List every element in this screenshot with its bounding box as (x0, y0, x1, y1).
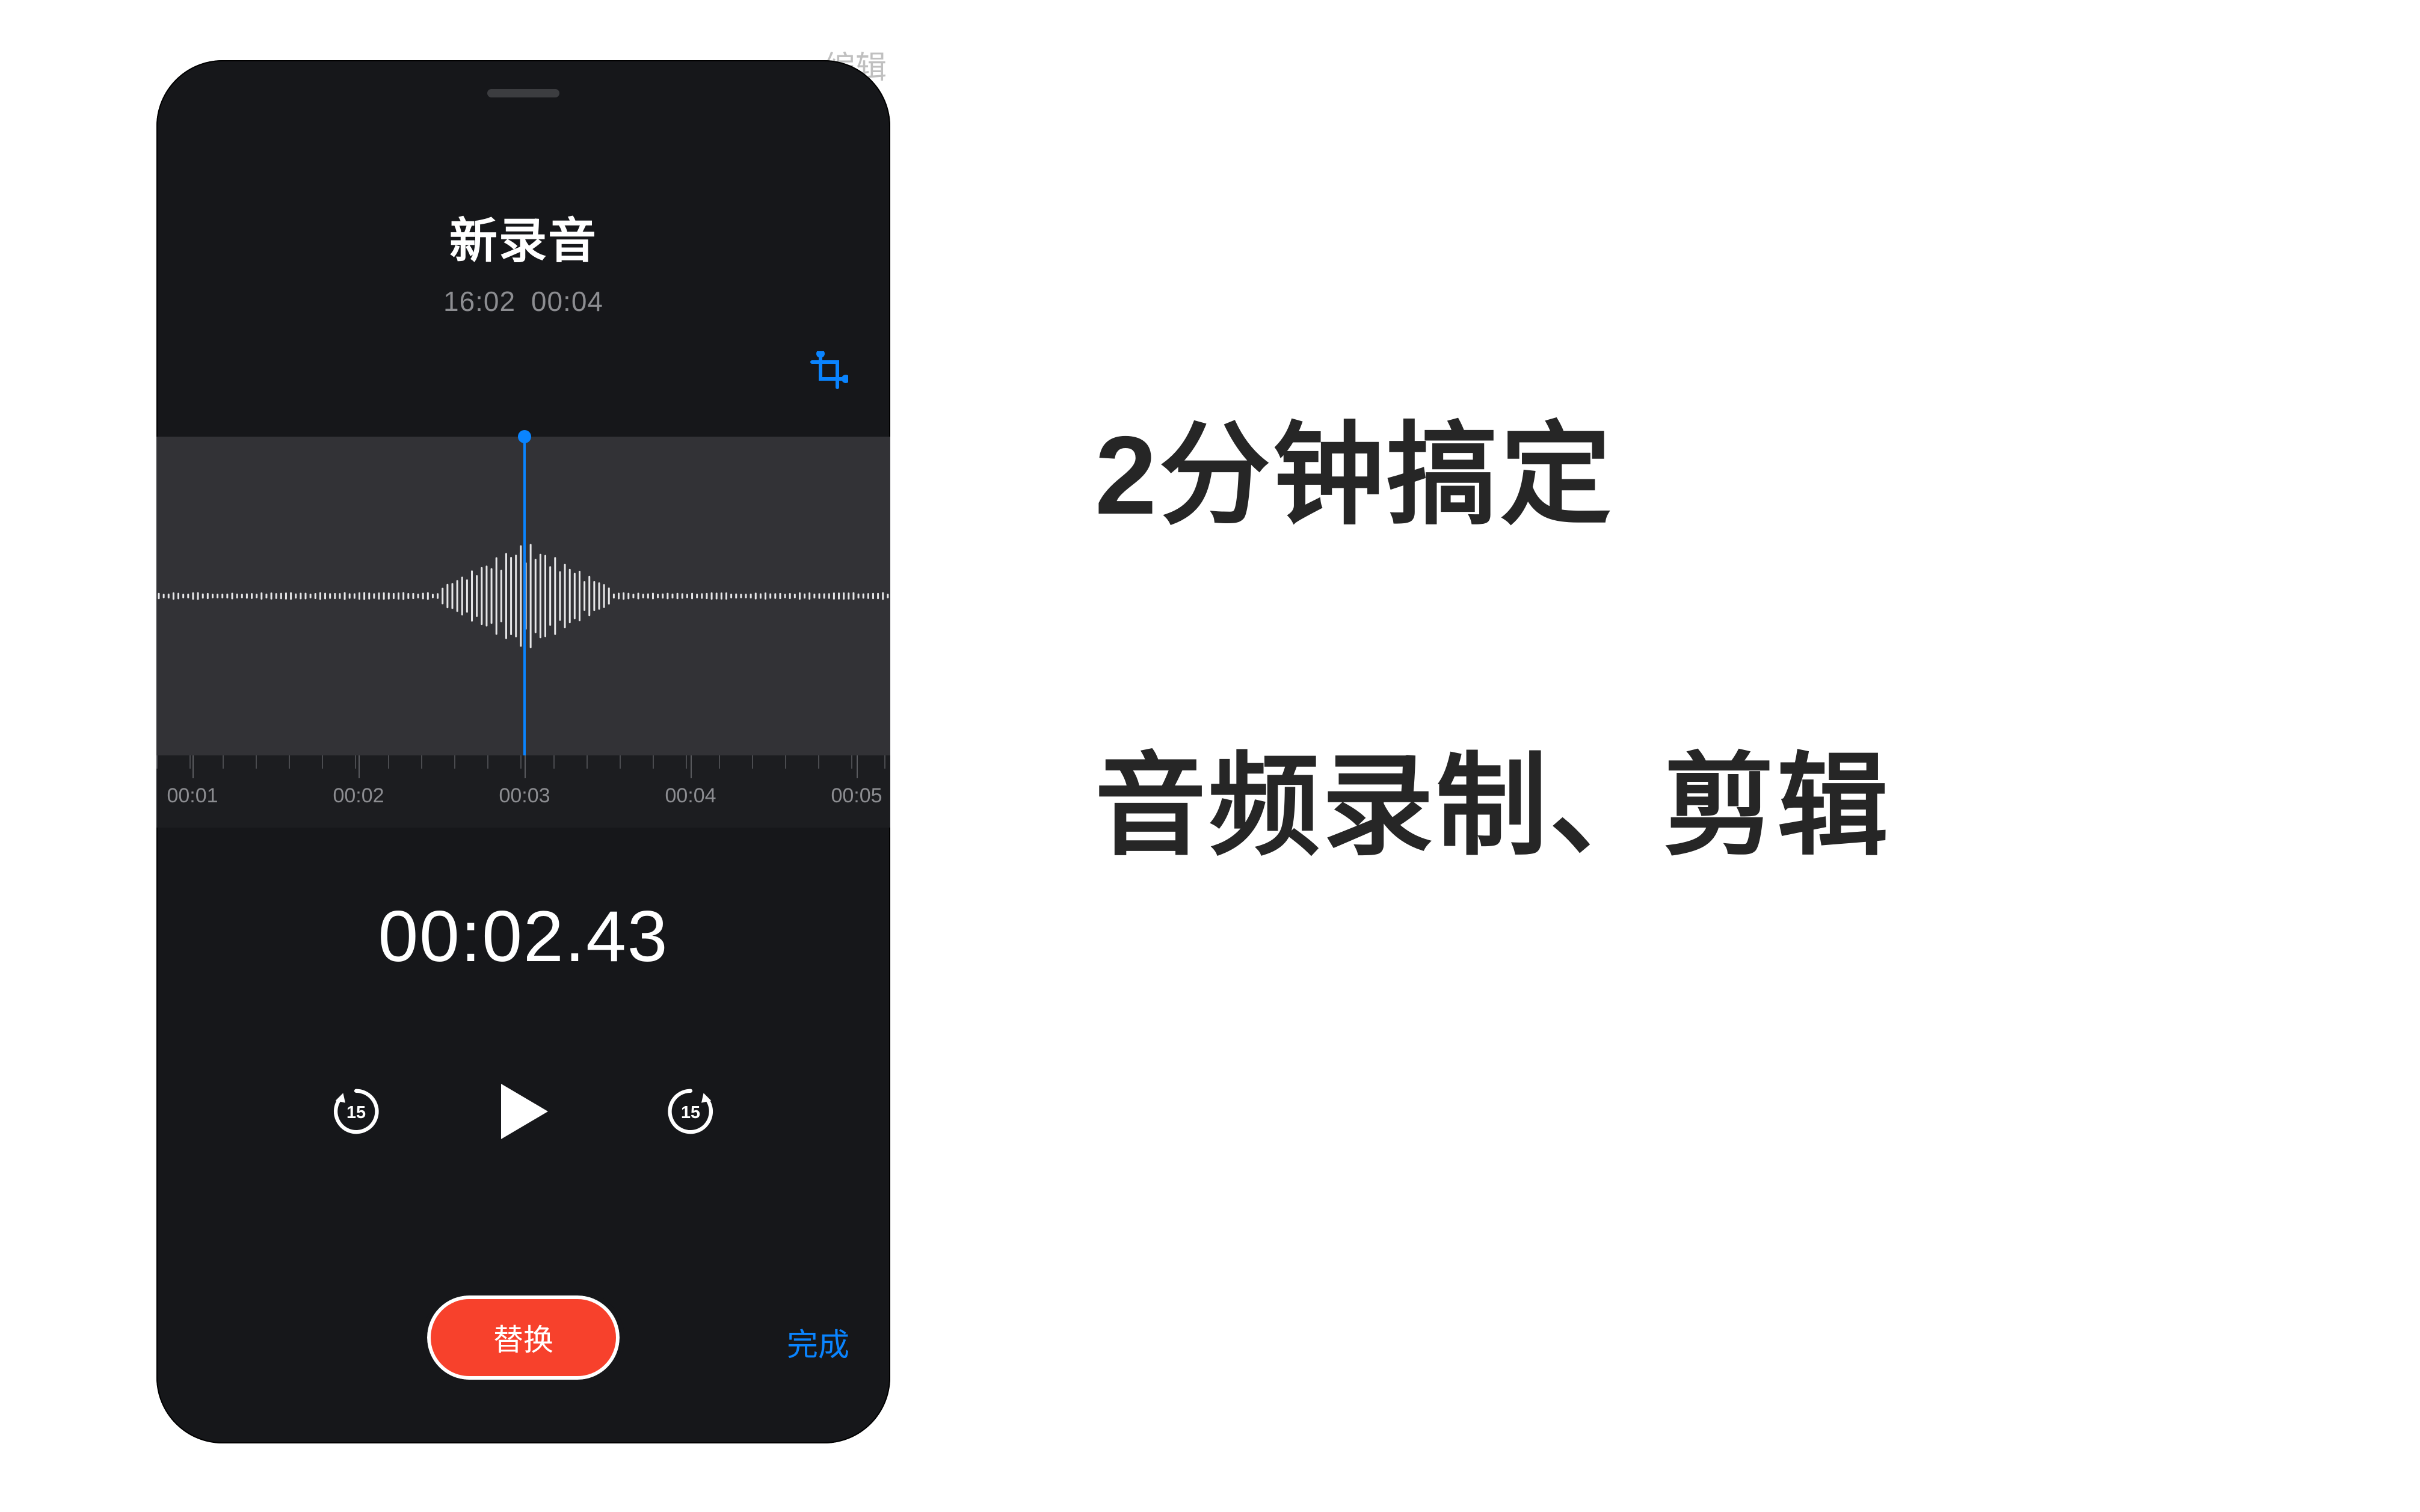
crop-icon (810, 351, 848, 390)
tick-minor (322, 755, 323, 769)
bottom-bar: 替换 完成 (156, 1281, 890, 1401)
recording-header: 新录音 16:02 00:04 (156, 202, 890, 318)
playback-controls: 15 15 (156, 1063, 890, 1160)
recording-meta: 16:02 00:04 (156, 285, 890, 318)
play-button[interactable] (487, 1075, 559, 1148)
tick-major (525, 755, 526, 778)
recording-title: 新录音 (156, 202, 890, 272)
tick-minor (289, 755, 290, 769)
tick-major (359, 755, 360, 778)
skip-forward-15-button[interactable]: 15 (662, 1083, 719, 1140)
tick-minor (520, 755, 522, 769)
tick-label: 00:04 (665, 784, 716, 808)
tick-minor (884, 755, 885, 769)
skip-forward-icon: 15 (663, 1084, 718, 1139)
tick-minor (421, 755, 422, 769)
tick-major (857, 755, 858, 778)
tick-minor (256, 755, 257, 769)
svg-text:15: 15 (681, 1103, 700, 1122)
speaker-grille (487, 89, 559, 97)
svg-text:15: 15 (346, 1103, 366, 1122)
tick-minor (355, 755, 356, 769)
replace-record-button[interactable]: 替换 (427, 1295, 620, 1380)
phone-frame: 新录音 16:02 00:04 00:0100:0200:030 (156, 60, 890, 1443)
headline-line-1: 2分钟搞定 (1095, 385, 1614, 546)
tick-minor (785, 755, 786, 769)
tick-minor (653, 755, 654, 769)
tick-major (192, 755, 194, 778)
tick-minor (620, 755, 621, 769)
tick-minor (189, 755, 191, 769)
tick-minor (223, 755, 224, 769)
play-icon (496, 1081, 550, 1142)
waveform-area[interactable] (156, 437, 890, 755)
tick-minor (818, 755, 819, 769)
tick-minor (487, 755, 488, 769)
recording-time-created: 16:02 (443, 286, 516, 317)
current-time-display: 00:02.43 (156, 895, 890, 978)
tick-label: 00:03 (499, 784, 550, 808)
tick-label: 00:02 (333, 784, 384, 808)
playhead[interactable] (523, 437, 526, 766)
tick-minor (454, 755, 455, 769)
tick-minor (587, 755, 588, 769)
tick-minor (719, 755, 720, 769)
tick-minor (388, 755, 389, 769)
tick-minor (851, 755, 852, 769)
recording-total-duration: 00:04 (531, 286, 603, 317)
headline-line-2: 音频录制、剪辑 (1095, 716, 1891, 877)
timeline-ruler[interactable]: 00:01 00:02 00:03 00:04 00:05 (156, 755, 890, 828)
tick-minor (752, 755, 753, 769)
tick-minor (156, 755, 158, 769)
tick-major (691, 755, 692, 778)
done-button[interactable]: 完成 (787, 1320, 849, 1365)
skip-back-15-button[interactable]: 15 (327, 1083, 385, 1140)
tick-minor (686, 755, 687, 769)
tick-label: 00:01 (167, 784, 218, 808)
tick-label: 00:05 (831, 784, 882, 808)
crop-button[interactable] (805, 346, 853, 395)
tick-minor (553, 755, 555, 769)
skip-back-icon: 15 (329, 1084, 383, 1139)
